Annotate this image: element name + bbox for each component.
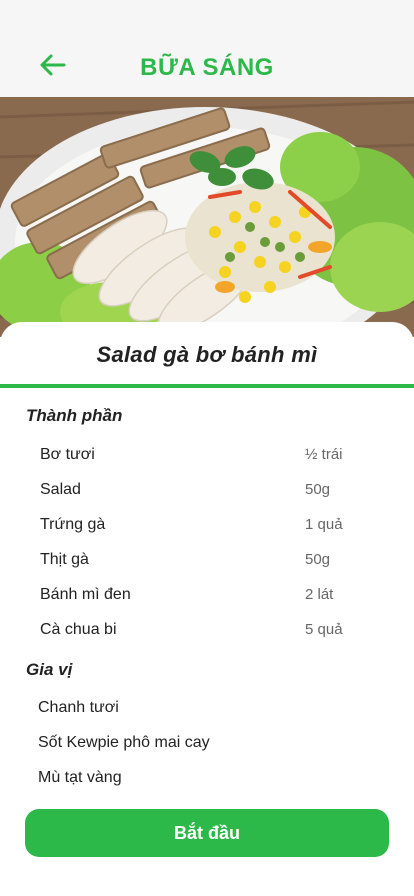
dish-photo bbox=[0, 97, 414, 337]
dish-title: Salad gà bơ bánh mì bbox=[96, 342, 318, 367]
ingredient-name: Salad bbox=[40, 481, 81, 498]
ingredient-qty: 1 quả bbox=[305, 516, 343, 533]
ingredient-name: Cà chua bi bbox=[40, 621, 117, 638]
ingredient-name: Trứng gà bbox=[40, 516, 106, 533]
ingredient-qty: 2 lát bbox=[305, 586, 334, 603]
recipe-sheet: Salad gà bơ bánh mì Thành phần Bơ tươi ½… bbox=[0, 322, 414, 896]
ingredient-row: Cà chua bi 5 quả bbox=[40, 621, 380, 643]
ingredient-row: Salad 50g bbox=[40, 481, 380, 503]
ingredient-name: Bánh mì đen bbox=[40, 586, 131, 603]
page-title: BỮA SÁNG bbox=[140, 54, 274, 81]
spices-heading: Gia vị bbox=[26, 660, 73, 679]
spice-item: Sốt Kewpie phô mai cay bbox=[38, 734, 210, 751]
start-button[interactable]: Bắt đầu bbox=[25, 809, 389, 857]
title-divider bbox=[0, 384, 414, 388]
ingredient-qty: 50g bbox=[305, 481, 331, 498]
ingredient-qty: ½ trái bbox=[305, 446, 343, 463]
ingredients-heading: Thành phần bbox=[26, 406, 123, 425]
ingredient-qty: 50g bbox=[305, 551, 331, 568]
ingredient-row: Trứng gà 1 quả bbox=[40, 516, 380, 538]
ingredient-row: Bánh mì đen 2 lát bbox=[40, 586, 380, 608]
app-header: BỮA SÁNG bbox=[0, 0, 414, 97]
ingredient-row: Thịt gà 50g bbox=[40, 551, 380, 573]
spice-item: Chanh tươi bbox=[38, 699, 119, 716]
ingredient-qty: 5 quả bbox=[305, 621, 343, 638]
ingredient-name: Bơ tươi bbox=[40, 446, 95, 463]
spice-item: Mù tạt vàng bbox=[38, 769, 122, 786]
ingredient-name: Thịt gà bbox=[40, 551, 89, 568]
ingredient-row: Bơ tươi ½ trái bbox=[40, 446, 380, 468]
